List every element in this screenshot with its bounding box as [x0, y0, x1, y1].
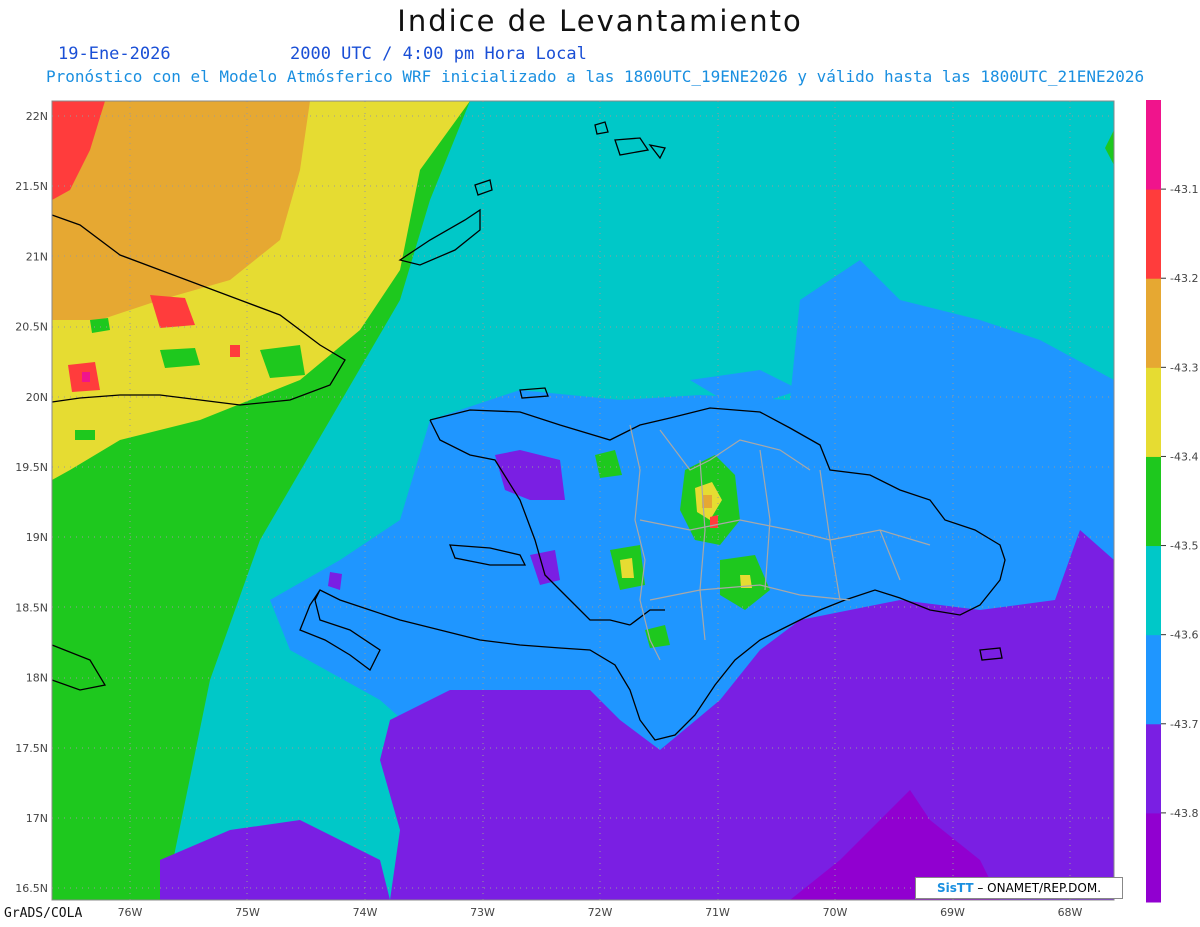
- lifted-index-map: 22N 21.5N 21N 20.5N 20N 19.5N 19N 18.5N 18N 17.5N…: [15, 100, 1198, 919]
- colorbar-label: -43.5: [1170, 540, 1198, 553]
- lat-label: 17.5N: [15, 742, 48, 755]
- colorbar-swatch: [1146, 189, 1161, 279]
- colorbar-swatch: [1146, 367, 1161, 457]
- colorbar-swatch: [1146, 812, 1161, 903]
- lon-label: 68W: [1058, 906, 1083, 919]
- colorbar-swatch: [1146, 723, 1161, 814]
- colorbar-label: -43.1: [1170, 183, 1198, 196]
- lat-label: 19N: [26, 531, 48, 544]
- colorbar-swatch: [1146, 100, 1161, 190]
- colorbar-label: -43.4: [1170, 450, 1198, 463]
- lat-label: 18N: [26, 672, 48, 685]
- colorbar-swatch: [1146, 456, 1161, 547]
- colorbar-swatch: [1146, 545, 1161, 636]
- lon-label: 74W: [353, 906, 378, 919]
- latitude-labels: 22N 21.5N 21N 20.5N 20N 19.5N 19N 18.5N 18N 17.5N…: [15, 110, 48, 895]
- lat-label: 21N: [26, 250, 48, 263]
- lon-label: 76W: [118, 906, 143, 919]
- colorbar-label: -43.2: [1170, 272, 1198, 285]
- colorbar-swatch: [1146, 634, 1161, 725]
- credit-org: – ONAMET/REP.DOM.: [977, 881, 1102, 895]
- lat-label: 22N: [26, 110, 48, 123]
- colorbar-label: -43.6: [1170, 629, 1198, 642]
- lat-label: 20N: [26, 391, 48, 404]
- colorbar-label: -43.8: [1170, 807, 1198, 820]
- lat-label: 20.5N: [15, 321, 48, 334]
- lon-label: 71W: [705, 906, 730, 919]
- lat-label: 18.5N: [15, 601, 48, 614]
- colorbar: -43.1 -43.2 -43.3 -43.4 -43.5 -43.6 -43.7 -43.8: [1146, 100, 1198, 903]
- lat-label: 16.5N: [15, 882, 48, 895]
- lon-label: 70W: [823, 906, 848, 919]
- grads-footer: GrADS/COLA: [4, 906, 83, 921]
- credit-box: SisTT – ONAMET/REP.DOM.: [915, 877, 1123, 899]
- lon-label: 72W: [588, 906, 613, 919]
- colorbar-label: -43.7: [1170, 718, 1198, 731]
- lat-label: 17N: [26, 812, 48, 825]
- lon-label: 75W: [235, 906, 260, 919]
- sistt-logo: SisTT: [936, 881, 974, 895]
- colorbar-label: -43.3: [1170, 361, 1198, 374]
- lon-label: 69W: [940, 906, 965, 919]
- colorbar-swatch: [1146, 278, 1161, 368]
- lat-label: 21.5N: [15, 180, 48, 193]
- lat-label: 19.5N: [15, 461, 48, 474]
- map-field: [52, 101, 1114, 900]
- longitude-labels: 76W 75W 74W 73W 72W 71W 70W 69W 68W: [118, 906, 1083, 919]
- lon-label: 73W: [470, 906, 495, 919]
